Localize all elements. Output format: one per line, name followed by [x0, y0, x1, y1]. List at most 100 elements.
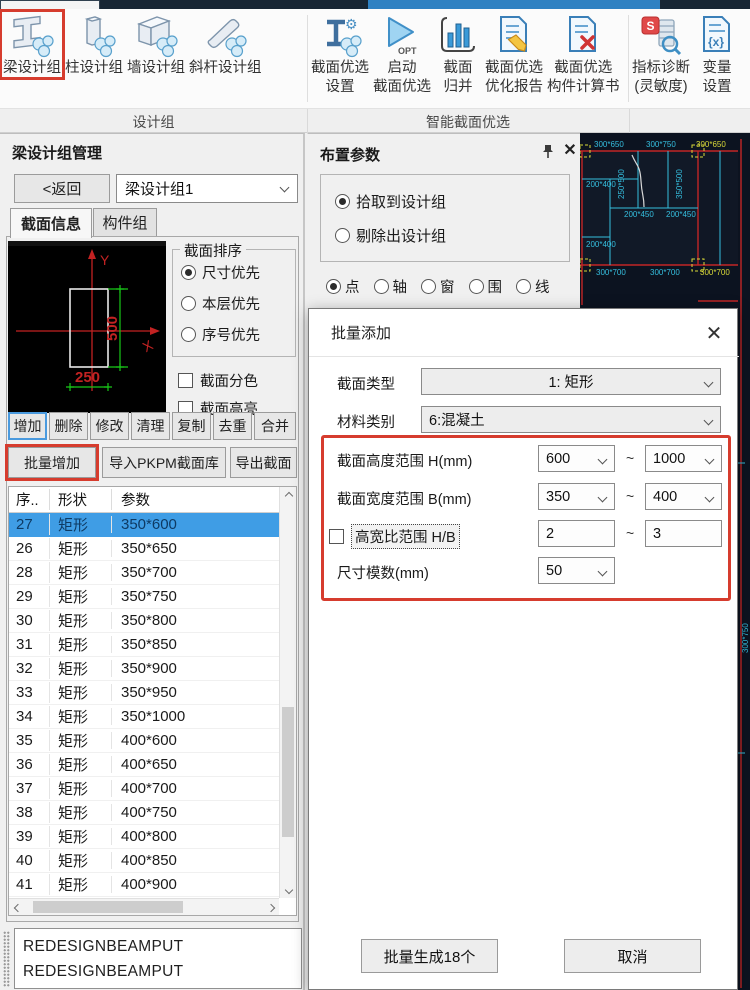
tab-member-group[interactable]: 构件组 [93, 208, 157, 236]
svg-text:200*450: 200*450 [624, 210, 654, 219]
mode-fence[interactable]: 围 [469, 276, 503, 297]
svg-text:300*650: 300*650 [594, 140, 624, 149]
pick-mode-row: 点 轴 窗 围 线 [326, 276, 550, 297]
ribbon-button-column-design-group[interactable]: 柱设计组 [63, 11, 125, 78]
ratio-to-input[interactable]: 3 [645, 520, 722, 547]
brace-icon [202, 13, 248, 59]
delete-button[interactable]: 删除 [49, 412, 88, 440]
batch-add-dialog: 批量添加 ✕ 截面类型 1: 矩形 材料类别 6:混凝土 截面高度范围 H(mm… [308, 308, 738, 990]
sort-option-size-first[interactable]: 尺寸优先 [181, 262, 260, 283]
chevron-down-icon [598, 455, 608, 465]
ribbon-button-opt-report[interactable]: 截面优选优化报告 [483, 11, 545, 97]
chevron-down-icon [280, 183, 290, 193]
ribbon-button-brace-design-group[interactable]: 斜杆设计组 [187, 11, 264, 78]
table-row[interactable]: 32 矩形 350*900 [9, 657, 279, 681]
mode-line[interactable]: 线 [516, 276, 550, 297]
width-from-dropdown[interactable]: 350 [538, 483, 615, 510]
scroll-down-icon[interactable] [284, 885, 292, 893]
section-preview: Y X 500 250 [8, 241, 166, 413]
add-button[interactable]: 增加 [8, 412, 47, 440]
table-row[interactable]: 36 矩形 400*650 [9, 753, 279, 777]
height-to-dropdown[interactable]: 1000 [645, 445, 722, 472]
design-group-dropdown[interactable]: 梁设计组1 [116, 174, 298, 203]
close-icon[interactable]: ✕ [560, 139, 580, 161]
copy-button[interactable]: 复制 [172, 412, 211, 440]
modulus-dropdown[interactable]: 50 [538, 557, 615, 584]
ratio-from-input[interactable]: 2 [538, 520, 615, 547]
command-line-box[interactable]: REDESIGNBEAMPUT REDESIGNBEAMPUT [14, 928, 302, 989]
table-header: 序.. 形状 参数 [9, 487, 279, 513]
radio-icon [516, 279, 531, 294]
material-label: 材料类别 [337, 411, 395, 432]
merge-button[interactable]: 合并 [254, 412, 296, 440]
table-row[interactable]: 29 矩形 350*750 [9, 585, 279, 609]
svg-text:250*500: 250*500 [617, 169, 626, 199]
table-row[interactable]: 31 矩形 350*850 [9, 633, 279, 657]
ratio-range-checkbox[interactable]: 高宽比范围 H/B [329, 524, 460, 549]
table-row[interactable]: 30 矩形 350*800 [9, 609, 279, 633]
chevron-down-icon [705, 493, 715, 503]
radio-icon [421, 279, 436, 294]
table-row[interactable]: 33 矩形 350*950 [9, 681, 279, 705]
scroll-right-icon[interactable] [266, 903, 274, 911]
scroll-left-icon[interactable] [13, 903, 21, 911]
table-row[interactable]: 28 矩形 350*700 [9, 561, 279, 585]
dock-grip-handle[interactable] [3, 931, 10, 987]
ribbon-button-variable-settings[interactable]: {x}变量设置 [692, 11, 742, 97]
clean-button[interactable]: 清理 [131, 412, 170, 440]
ribbon-button-member-calc-book[interactable]: 截面优选构件计算书 [545, 11, 622, 97]
material-dropdown[interactable]: 6:混凝土 [421, 406, 721, 433]
mode-axis[interactable]: 轴 [374, 276, 408, 297]
table-row[interactable]: 26 矩形 350*650 [9, 537, 279, 561]
table-row[interactable]: 34 矩形 350*1000 [9, 705, 279, 729]
ribbon-tab-partial[interactable] [0, 0, 100, 9]
app-window: 梁设计组柱设计组墙设计组斜杆设计组 ⚙截面优选设置OPT启动截面优选截面归并截面… [0, 0, 750, 990]
tab-section-info[interactable]: 截面信息 [10, 208, 92, 238]
table-row[interactable]: 39 矩形 400*800 [9, 825, 279, 849]
table-row[interactable]: 35 矩形 400*600 [9, 729, 279, 753]
table-row[interactable]: 41 矩形 400*900 [9, 873, 279, 897]
sort-option-floor-first[interactable]: 本层优先 [181, 293, 260, 314]
scroll-up-icon[interactable] [284, 491, 292, 499]
width-to-dropdown[interactable]: 400 [645, 483, 722, 510]
back-button[interactable]: <返回 [14, 174, 110, 203]
checkbox-icon [178, 373, 193, 388]
table-row[interactable]: 40 矩形 400*850 [9, 849, 279, 873]
ribbon-button-start-section-opt[interactable]: OPT启动截面优选 [371, 11, 433, 97]
radio-icon [326, 279, 341, 294]
ribbon-button-index-diagnosis[interactable]: S指标诊断(灵敏度) [630, 11, 692, 97]
pin-icon[interactable] [540, 144, 556, 160]
vertical-scrollbar[interactable] [279, 487, 296, 898]
ribbon-button-beam-design-group[interactable]: 梁设计组 [1, 11, 63, 78]
height-from-dropdown[interactable]: 600 [538, 445, 615, 472]
ribbon-button-wall-design-group[interactable]: 墙设计组 [125, 11, 187, 78]
sort-option-index-first[interactable]: 序号优先 [181, 324, 260, 345]
import-pkpm-button[interactable]: 导入PKPM截面库 [102, 447, 226, 478]
pick-groupbox: 拾取到设计组 剔除出设计组 [320, 174, 570, 262]
ribbon-group-design: 梁设计组柱设计组墙设计组斜杆设计组 [0, 9, 307, 108]
ribbon-group-label-bar: 设计组 智能截面优选 [0, 108, 750, 133]
table-row[interactable]: 37 矩形 400*700 [9, 777, 279, 801]
svg-text:350*500: 350*500 [675, 169, 684, 199]
section-type-dropdown[interactable]: 1: 矩形 [421, 368, 721, 395]
mode-window[interactable]: 窗 [421, 276, 455, 297]
horizontal-scrollbar[interactable] [9, 898, 279, 915]
cancel-button[interactable]: 取消 [564, 939, 701, 973]
modify-button[interactable]: 修改 [90, 412, 129, 440]
option-remove-from-group[interactable]: 剔除出设计组 [335, 225, 446, 246]
svg-text:300*750: 300*750 [741, 623, 750, 653]
batch-add-button[interactable]: 批量增加 [8, 447, 96, 478]
ribbon-button-section-merge[interactable]: 截面归并 [433, 11, 483, 97]
ribbon-group-tools: S指标诊断(灵敏度){x}变量设置 [629, 9, 750, 108]
ribbon-button-section-opt-settings[interactable]: ⚙截面优选设置 [309, 11, 371, 97]
export-section-button[interactable]: 导出截面 [230, 447, 297, 478]
checkbox-section-color[interactable]: 截面分色 [178, 370, 258, 391]
close-icon[interactable]: ✕ [699, 319, 729, 347]
dedupe-button[interactable]: 去重 [213, 412, 252, 440]
mode-point[interactable]: 点 [326, 276, 360, 297]
table-row[interactable]: 38 矩形 400*750 [9, 801, 279, 825]
batch-generate-button[interactable]: 批量生成18个 [361, 939, 498, 973]
section-type-label: 截面类型 [337, 373, 395, 394]
option-pick-into-group[interactable]: 拾取到设计组 [335, 191, 446, 212]
table-row[interactable]: 27 矩形 350*600 [9, 513, 279, 537]
